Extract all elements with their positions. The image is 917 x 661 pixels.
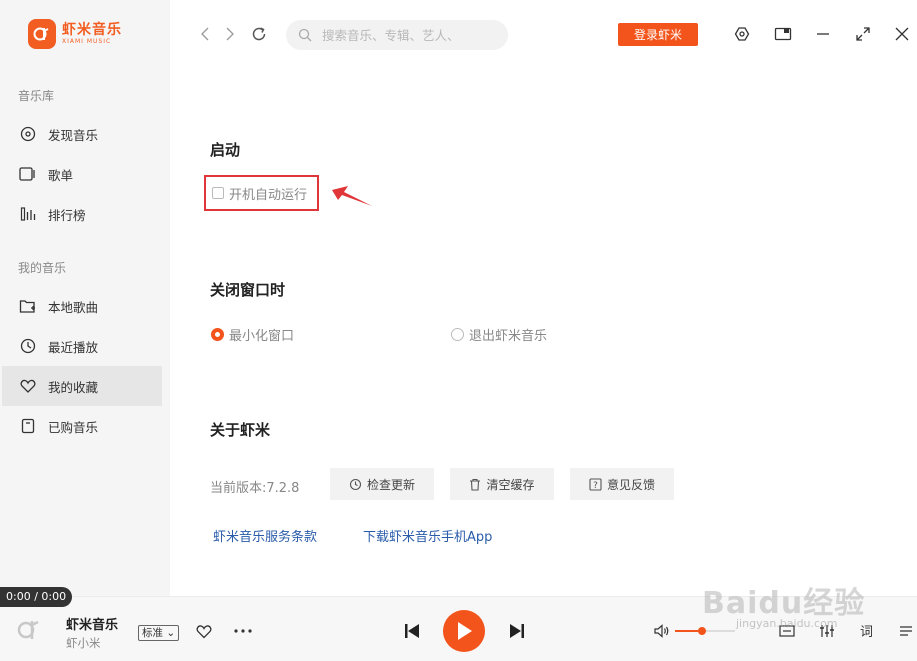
search-box[interactable] [286,20,508,50]
clear-cache-label: 清空缓存 [486,477,535,492]
mini-mode-icon[interactable] [772,23,794,45]
exit-label: 退出虾米音乐 [469,329,548,344]
play-button[interactable] [443,610,485,652]
sidebar: 虾米音乐 XIAMI MUSIC 音乐库 发现音乐 歌单 排行榜 我的音乐 本地… [0,0,170,596]
sidebar-item-label: 已购音乐 [48,419,99,435]
refresh-icon[interactable] [249,24,269,44]
exit-app-option[interactable]: 退出虾米音乐 [451,325,547,344]
next-track-icon[interactable] [508,622,526,640]
song-title: 虾米音乐 [66,618,119,633]
check-update-button[interactable]: 检查更新 [330,468,434,500]
playlist-icon [18,164,38,184]
minimize-window-option[interactable]: 最小化窗口 [211,325,294,344]
search-input[interactable] [322,27,492,43]
song-artist[interactable]: 虾小米 [66,635,101,651]
check-update-label: 检查更新 [366,477,415,492]
exit-radio[interactable] [451,328,464,341]
logo-text: 虾米音乐 [62,22,122,38]
sidebar-item-label: 本地歌曲 [48,299,99,315]
minimize-radio[interactable] [211,328,224,341]
sidebar-item-label: 发现音乐 [48,127,99,143]
clear-cache-button[interactable]: 清空缓存 [450,468,554,500]
volume-slider[interactable] [675,627,735,635]
about-section-title: 关于虾米 [210,421,271,439]
sidebar-item-local[interactable]: 本地歌曲 [2,286,162,326]
sidebar-item-playlists[interactable]: 歌单 [2,154,162,194]
settings-panel: 启动 开机自动运行 关闭窗口时 最小化窗口 退出虾米音乐 关于虾米 当前版本:7… [170,70,917,596]
like-heart-icon[interactable] [195,622,213,640]
sidebar-item-purchased[interactable]: 已购音乐 [2,406,162,446]
sidebar-item-label: 歌单 [48,167,74,183]
question-icon: ? [589,477,602,491]
purchase-icon [18,416,38,436]
search-icon [298,28,312,42]
minimize-label: 最小化窗口 [229,329,295,344]
quality-selector[interactable]: 标准 ⌄ [138,625,180,641]
play-icon [458,622,472,640]
refresh-clock-icon [349,478,362,491]
close-window-section-title: 关闭窗口时 [210,281,286,299]
volume-knob[interactable] [698,627,706,635]
sidebar-item-favorites[interactable]: 我的收藏 [2,366,162,406]
startup-section-title: 启动 [210,141,241,159]
login-button[interactable]: 登录虾米 [618,23,698,46]
volume-icon[interactable] [653,623,671,639]
library-section-title: 音乐库 [18,89,55,103]
more-icon[interactable] [233,623,253,639]
sidebar-item-recent[interactable]: 最近播放 [2,326,162,366]
minimize-icon[interactable] [812,23,834,45]
lyrics-button[interactable]: 词 [860,621,873,640]
top-bar: 登录虾米 [170,0,917,70]
chevron-down-icon: ⌄ [163,627,176,639]
version-text: 当前版本:7.2.8 [210,481,300,496]
sidebar-item-label: 排行榜 [48,207,86,223]
folder-icon [18,296,38,316]
app-logo[interactable]: 虾米音乐 XIAMI MUSIC [28,19,122,49]
red-arrow-annotation [330,184,374,214]
menu-list-icon[interactable] [897,623,915,639]
clock-icon [18,336,38,356]
xiami-logo-icon [28,19,56,49]
close-icon[interactable] [891,23,913,45]
maximize-icon[interactable] [852,23,874,45]
svg-text:?: ? [593,481,598,491]
feedback-button[interactable]: ? 意见反馈 [570,468,674,500]
sidebar-item-label: 最近播放 [48,339,99,355]
autostart-label: 开机自动运行 [229,187,308,203]
playlist-queue-icon[interactable] [778,623,796,639]
trash-icon [469,478,481,491]
album-cover-icon[interactable] [14,615,44,645]
previous-track-icon[interactable] [403,622,421,640]
chart-bars-icon [18,204,38,224]
autostart-checkbox[interactable] [212,187,224,199]
my-music-section-title: 我的音乐 [18,261,67,275]
time-display: 0:00 / 0:00 [0,587,73,607]
sidebar-item-discover[interactable]: 发现音乐 [2,114,162,154]
forward-arrow-icon[interactable] [220,24,240,44]
logo-subtext: XIAMI MUSIC [62,38,112,45]
disc-icon [18,124,38,144]
back-arrow-icon[interactable] [195,24,215,44]
heart-icon [18,376,38,396]
sidebar-item-label: 我的收藏 [48,379,99,395]
player-bar: 虾米音乐 虾小米 标准 ⌄ 词 [0,596,917,661]
sidebar-item-charts[interactable]: 排行榜 [2,194,162,234]
autostart-option[interactable]: 开机自动运行 [204,175,319,211]
feedback-label: 意见反馈 [606,477,655,492]
terms-link[interactable]: 虾米音乐服务条款 [213,526,317,545]
settings-hexagon-icon[interactable] [731,23,753,45]
quality-label: 标准 [142,627,163,639]
equalizer-icon[interactable] [818,623,836,639]
download-app-link[interactable]: 下载虾米音乐手机App [363,526,492,545]
